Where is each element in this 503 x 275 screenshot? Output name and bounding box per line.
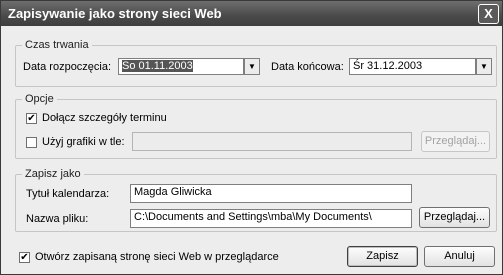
open-in-browser-label[interactable]: Otwórz zapisaną stronę sieci Web w przeg… bbox=[35, 251, 279, 263]
end-date-field[interactable]: Śr 31.12.2003 bbox=[349, 58, 476, 75]
background-browse-button[interactable]: Przeglądaj... bbox=[421, 131, 490, 152]
background-image-field[interactable] bbox=[132, 132, 412, 151]
end-date-dropdown-button[interactable]: ▼ bbox=[476, 58, 492, 75]
chevron-down-icon: ▼ bbox=[248, 62, 256, 71]
open-in-browser-checkbox[interactable]: ✔ bbox=[19, 252, 30, 263]
duration-legend: Czas trwania bbox=[22, 39, 92, 51]
end-date-value: Śr 31.12.2003 bbox=[353, 60, 423, 72]
calendar-title-label: Tytuł kalendarza: bbox=[26, 188, 110, 200]
background-image-checkbox[interactable] bbox=[26, 137, 37, 148]
cancel-button[interactable]: Anuluj bbox=[424, 246, 495, 267]
save-as-legend: Zapisz jako bbox=[22, 168, 84, 180]
end-date-label: Data końcowa: bbox=[271, 61, 344, 73]
start-date-value: So 01.11.2003 bbox=[122, 60, 193, 72]
start-date-field[interactable]: So 01.11.2003 bbox=[118, 58, 244, 75]
start-date-dropdown-button[interactable]: ▼ bbox=[244, 58, 260, 75]
start-date-label: Data rozpoczęcia: bbox=[23, 61, 112, 73]
chevron-down-icon: ▼ bbox=[480, 62, 488, 71]
close-icon[interactable]: X bbox=[478, 4, 499, 24]
title-bar[interactable]: Zapisywanie jako strony sieci Web X bbox=[1, 1, 502, 26]
file-name-field[interactable]: C:\Documents and Settings\mba\My Documen… bbox=[130, 209, 412, 228]
include-details-label[interactable]: Dołącz szczegóły terminu bbox=[42, 112, 167, 124]
save-as-web-page-dialog: Zapisywanie jako strony sieci Web X Czas… bbox=[0, 0, 503, 275]
options-legend: Opcje bbox=[22, 93, 57, 105]
include-details-checkbox[interactable]: ✔ bbox=[26, 113, 37, 124]
save-button[interactable]: Zapisz bbox=[347, 246, 418, 267]
background-image-label[interactable]: Użyj grafiki w tle: bbox=[42, 136, 125, 148]
file-browse-button[interactable]: Przeglądaj... bbox=[419, 207, 490, 228]
file-name-label: Nazwa pliku: bbox=[26, 213, 89, 225]
dialog-title: Zapisywanie jako strony sieci Web bbox=[8, 6, 222, 21]
calendar-title-field[interactable]: Magda Gliwicka bbox=[130, 184, 412, 203]
